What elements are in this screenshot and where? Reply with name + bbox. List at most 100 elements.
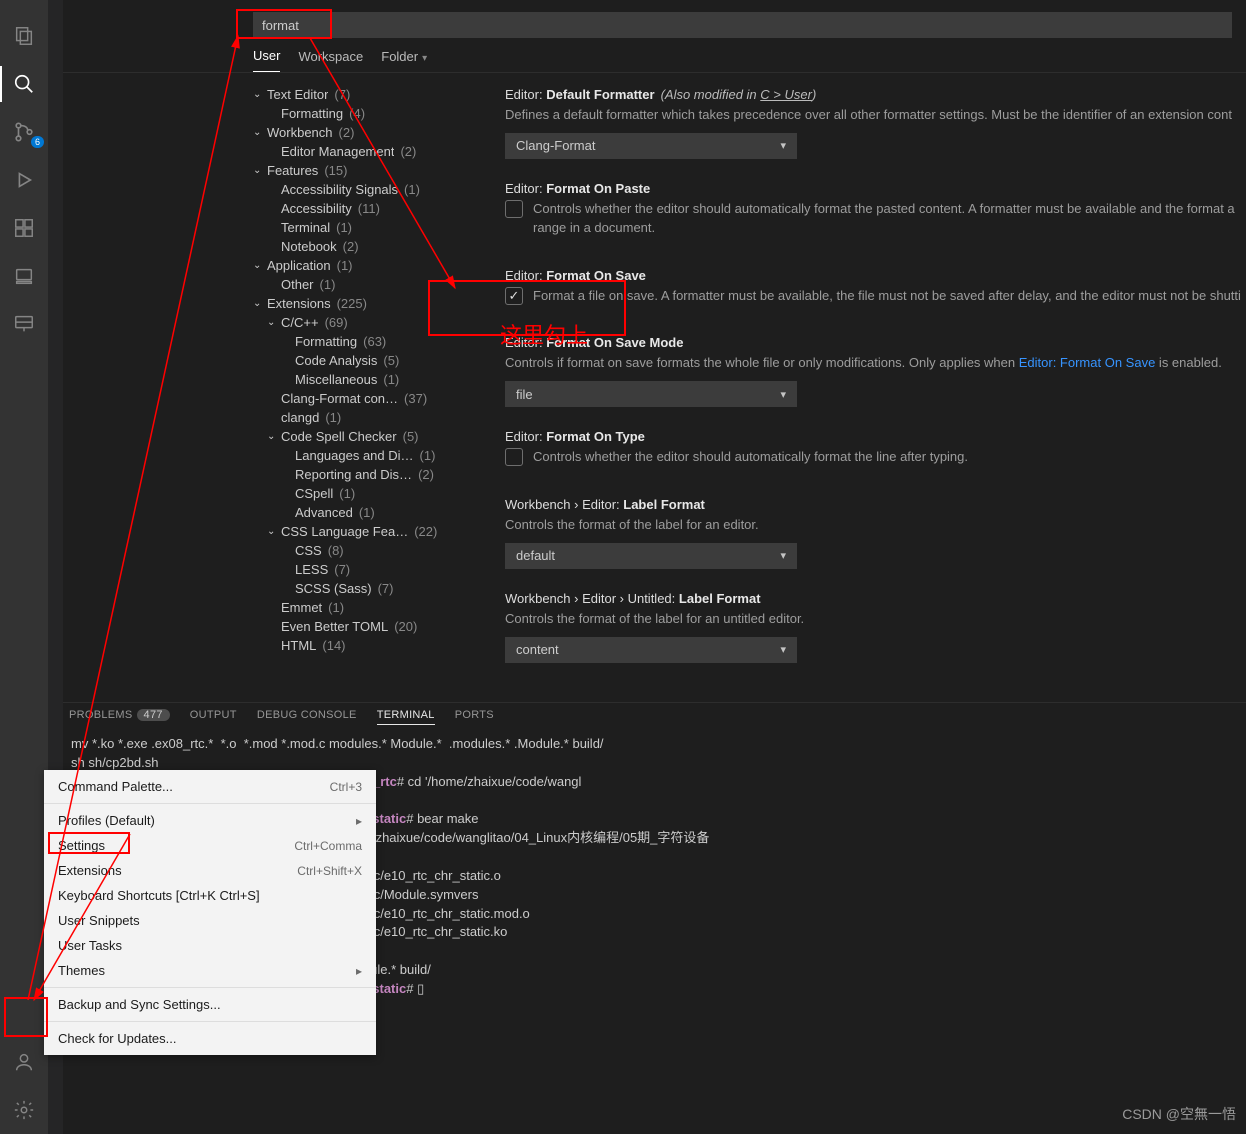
menu-item[interactable]: Backup and Sync Settings... [44,992,376,1017]
label-format-select[interactable]: default▾ [505,543,797,569]
toc-item[interactable]: Clang-Format con…(37) [253,389,489,408]
tab-problems[interactable]: PROBLEMS477 [69,709,170,725]
chevron-down-icon: ▾ [780,139,786,152]
toc-count: (63) [363,334,386,349]
menu-item[interactable]: Profiles (Default)▸ [44,808,376,833]
toc-item[interactable]: Advanced(1) [253,503,489,522]
toc-item[interactable]: Formatting(63) [253,332,489,351]
toc-count: (2) [339,125,355,140]
toc-count: (5) [403,429,419,444]
menu-label: Settings [58,838,105,853]
toc-item[interactable]: Accessibility Signals(1) [253,180,489,199]
toc-item[interactable]: Reporting and Dis…(2) [253,465,489,484]
format-on-type-checkbox[interactable] [505,448,523,466]
annotation-callout: 这里勾上 [500,318,588,350]
remote-icon[interactable] [10,310,38,338]
menu-item[interactable]: User Tasks [44,933,376,958]
menu-item[interactable]: Check for Updates... [44,1026,376,1051]
toc-item[interactable]: Even Better TOML(20) [253,617,489,636]
toc-item[interactable]: ⌄Workbench(2) [253,123,489,142]
toc-label: Miscellaneous [295,372,377,387]
account-icon[interactable] [10,1048,38,1076]
search-icon[interactable] [10,70,38,98]
menu-item[interactable]: ExtensionsCtrl+Shift+X [44,858,376,883]
toc-count: (7) [334,87,350,102]
gear-icon[interactable] [10,1096,38,1124]
extensions-icon[interactable] [10,214,38,242]
toc-label: Code Spell Checker [281,429,397,444]
toc-label: Reporting and Dis… [295,467,412,482]
menu-item[interactable]: Command Palette...Ctrl+3 [44,774,376,799]
explorer-icon[interactable] [10,22,38,50]
toc-count: (7) [378,581,394,596]
toc-item[interactable]: clangd (1) [253,408,489,427]
tab-debug-console[interactable]: DEBUG CONSOLE [257,709,357,725]
tab-user[interactable]: User [253,48,280,72]
toc-item[interactable]: Miscellaneous (1) [253,370,489,389]
toc-item[interactable]: Languages and Di…(1) [253,446,489,465]
menu-item[interactable]: User Snippets [44,908,376,933]
panel-icon[interactable] [10,262,38,290]
search-input[interactable] [253,12,1232,38]
watermark: CSDN @空無一悟 [1122,1104,1236,1124]
toc-count: (1) [383,372,399,387]
toc-item[interactable]: ⌄Application(1) [253,256,489,275]
menu-item[interactable]: SettingsCtrl+Comma [44,833,376,858]
toc-item[interactable]: Emmet(1) [253,598,489,617]
settings-toc[interactable]: ⌄Text Editor(7)Formatting(4)⌄Workbench(2… [245,73,495,702]
toc-label: CSpell [295,486,333,501]
toc-item[interactable]: Code Analysis(5) [253,351,489,370]
chevron-icon: ⌄ [267,526,281,537]
source-control-icon[interactable]: 6 [10,118,38,146]
format-on-paste-checkbox[interactable] [505,200,523,218]
format-on-save-checkbox[interactable] [505,287,523,305]
tab-folder[interactable]: Folder▾ [381,49,427,72]
toc-count: (22) [414,524,437,539]
toc-item[interactable]: Formatting(4) [253,104,489,123]
toc-item[interactable]: CSpell(1) [253,484,489,503]
default-formatter-select[interactable]: Clang-Format▾ [505,133,797,159]
toc-item[interactable]: Accessibility(11) [253,199,489,218]
toc-item[interactable]: LESS(7) [253,560,489,579]
untitled-label-format-select[interactable]: content▾ [505,637,797,663]
toc-item[interactable]: ⌄Text Editor(7) [253,85,489,104]
toc-item[interactable]: SCSS (Sass)(7) [253,579,489,598]
toc-item[interactable]: HTML(14) [253,636,489,655]
tab-output[interactable]: OUTPUT [190,709,237,725]
toc-count: (2) [400,144,416,159]
toc-label: clangd [281,410,319,425]
toc-count: (5) [383,353,399,368]
toc-item[interactable]: Terminal(1) [253,218,489,237]
settings-content[interactable]: ⚙ Editor: Default Formatter(Also modifie… [495,73,1246,702]
run-debug-icon[interactable] [10,166,38,194]
toc-label: HTML [281,638,316,653]
menu-item[interactable]: Themes▸ [44,958,376,983]
menu-separator [44,987,376,988]
toc-count: (1) [325,410,341,425]
toc-label: CSS [295,543,322,558]
tab-workspace[interactable]: Workspace [298,49,363,72]
toc-item[interactable]: ⌄Code Spell Checker(5) [253,427,489,446]
toc-item[interactable]: ⌄Extensions(225) [253,294,489,313]
toc-item[interactable]: ⌄CSS Language Fea…(22) [253,522,489,541]
tab-terminal[interactable]: TERMINAL [377,709,435,725]
toc-item[interactable]: Other(1) [253,275,489,294]
toc-label: Accessibility [281,201,352,216]
format-on-save-mode-select[interactable]: file▾ [505,381,797,407]
chevron-icon: ⌄ [267,317,281,328]
menu-item[interactable]: Keyboard Shortcuts [Ctrl+K Ctrl+S] [44,883,376,908]
toc-item[interactable]: ⌄C/C++(69) [253,313,489,332]
setting-format-on-save-mode: Editor: Format On Save Mode Controls if … [505,335,1246,407]
toc-item[interactable]: Editor Management (2) [253,142,489,161]
toc-count: (1) [420,448,436,463]
menu-label: Themes [58,963,105,978]
tab-ports[interactable]: PORTS [455,709,494,725]
toc-label: Editor Management [281,144,394,159]
toc-item[interactable]: Notebook(2) [253,237,489,256]
chevron-icon: ⌄ [253,89,267,100]
toc-count: (15) [324,163,347,178]
format-on-save-link[interactable]: Editor: Format On Save [1019,355,1156,370]
panel-tabs: PROBLEMS477 OUTPUT DEBUG CONSOLE TERMINA… [63,703,1246,731]
toc-item[interactable]: ⌄Features(15) [253,161,489,180]
toc-item[interactable]: CSS(8) [253,541,489,560]
